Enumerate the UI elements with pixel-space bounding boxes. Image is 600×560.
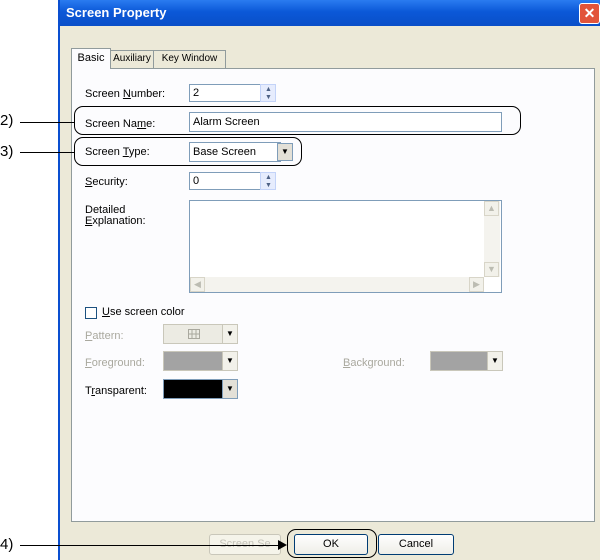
foreground-label: Foreground: <box>85 357 145 369</box>
screen-property-dialog: Screen Property ✕ Basic Auxiliary Key Wi… <box>58 0 600 560</box>
chevron-down-icon: ▼ <box>222 324 238 344</box>
dialog-title: Screen Property <box>66 5 167 20</box>
chevron-down-icon[interactable]: ▼ <box>222 379 238 399</box>
detailed-explanation-label: Detailed Explanation: <box>85 204 146 227</box>
scroll-up-icon[interactable]: ▲ <box>484 201 499 216</box>
callout-2-leader <box>20 122 75 123</box>
title-bar[interactable]: Screen Property ✕ <box>60 0 600 26</box>
background-color-select <box>430 351 488 371</box>
callout-2: 2) <box>0 112 14 129</box>
background-label: Background: <box>343 357 405 369</box>
security-field[interactable]: 0 <box>189 172 261 190</box>
callout-4-leader <box>20 545 279 546</box>
screen-number-spinner[interactable]: ▲ ▼ <box>260 84 276 102</box>
chevron-down-icon: ▼ <box>222 351 238 371</box>
horizontal-scrollbar[interactable]: ◀ ▶ <box>190 277 484 292</box>
security-spinner[interactable]: ▲ ▼ <box>260 172 276 190</box>
security-label: Security: <box>85 176 128 188</box>
scroll-down-icon[interactable]: ▼ <box>484 262 499 277</box>
vertical-scrollbar[interactable]: ▲ ▼ <box>484 201 500 277</box>
close-button[interactable]: ✕ <box>579 3 600 24</box>
tab-key-window[interactable]: Key Window <box>153 50 226 68</box>
use-screen-color-checkbox[interactable] <box>85 307 97 319</box>
chevron-down-icon: ▼ <box>487 351 503 371</box>
scroll-right-icon[interactable]: ▶ <box>469 277 484 292</box>
screen-number-field[interactable]: 2 <box>189 84 261 102</box>
screen-name-highlight <box>74 106 521 135</box>
tab-basic[interactable]: Basic <box>71 48 111 69</box>
pattern-label: Pattern: <box>85 330 124 342</box>
scroll-left-icon[interactable]: ◀ <box>190 277 205 292</box>
screen-number-label: Screen Number: <box>85 88 166 100</box>
transparent-label: Transparent: <box>85 385 147 397</box>
foreground-color-select <box>163 351 223 371</box>
pattern-grid-icon <box>188 329 200 339</box>
tab-auxiliary[interactable]: Auxiliary <box>109 50 155 68</box>
close-icon: ✕ <box>583 5 596 21</box>
callout-4-arrow-icon <box>278 540 287 550</box>
use-screen-color-label: Use screen color <box>102 306 185 318</box>
callout-3-leader <box>20 152 75 153</box>
screen-type-highlight <box>74 137 302 166</box>
pattern-select <box>163 324 223 344</box>
callout-3: 3) <box>0 143 14 160</box>
callout-4: 4) <box>0 536 14 553</box>
ok-button-highlight <box>287 529 377 558</box>
transparent-color-select[interactable] <box>163 379 223 399</box>
cancel-button[interactable]: Cancel <box>378 534 454 555</box>
